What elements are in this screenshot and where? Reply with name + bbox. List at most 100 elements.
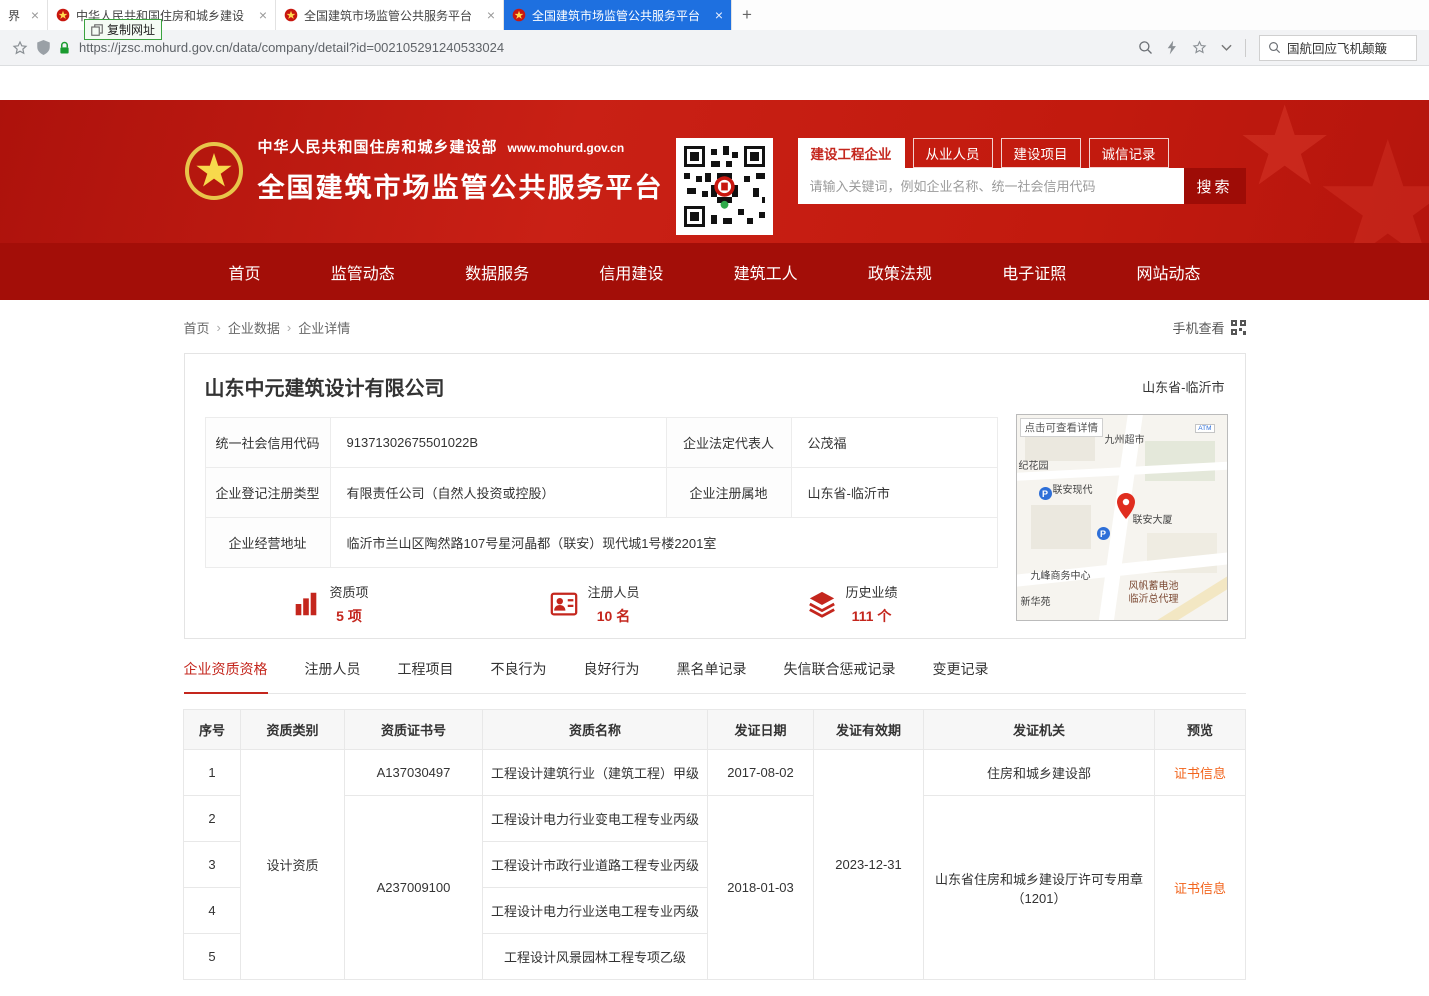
browser-tab-active[interactable]: 全国建筑市场监管公共服务平台 (504, 0, 732, 30)
cell-no: 4 (184, 888, 241, 934)
detail-tab-bar: 企业资质资格 注册人员 工程项目 不良行为 良好行为 黑名单记录 失信联合惩戒记… (184, 659, 1246, 694)
tab-title: 全国建筑市场监管公共服务平台 (532, 7, 709, 24)
search-tab-credit[interactable]: 诚信记录 (1089, 138, 1169, 168)
search-button[interactable]: 搜索 (1184, 168, 1246, 204)
cell-authority: 山东省住房和城乡建设厅许可专用章（1201） (924, 796, 1155, 980)
cell-no: 1 (184, 750, 241, 796)
search-icon (1268, 41, 1281, 54)
tab-dishonesty-records[interactable]: 失信联合惩戒记录 (784, 659, 896, 693)
qr-mini-icon (1231, 320, 1246, 335)
shield-icon[interactable] (37, 40, 50, 55)
tab-title: 界 (8, 7, 25, 24)
cert-info-link[interactable]: 证书信息 (1174, 766, 1226, 781)
mobile-view-label: 手机查看 (1172, 318, 1224, 337)
browser-tab[interactable]: 全国建筑市场监管公共服务平台 (276, 0, 504, 30)
qualification-table: 序号 资质类别 资质证书号 资质名称 发证日期 发证有效期 发证机关 预览 1 … (183, 709, 1246, 980)
tab-bad-behavior[interactable]: 不良行为 (491, 659, 547, 693)
col-header-name: 资质名称 (483, 710, 708, 750)
company-summary-card: 山东中元建筑设计有限公司 山东省-临沂市 统一社会信用代码 9137130267… (184, 353, 1246, 639)
copy-icon (91, 24, 103, 36)
tab-blacklist[interactable]: 黑名单记录 (677, 659, 747, 693)
map-label: 联安大厦 (1133, 511, 1173, 526)
keyword-search-input[interactable] (798, 168, 1184, 204)
map-block (1031, 505, 1091, 549)
stat-value[interactable]: 10 名 (597, 606, 630, 626)
col-header-cert-no: 资质证书号 (345, 710, 483, 750)
search-category-tabs: 建设工程企业 从业人员 建设项目 诚信记录 (798, 138, 1246, 168)
col-header-issue-date: 发证日期 (708, 710, 814, 750)
nav-item-workers[interactable]: 建筑工人 (734, 260, 798, 284)
stat-value[interactable]: 5 项 (336, 606, 362, 626)
tab-close-icon[interactable] (715, 8, 723, 22)
mobile-view-link[interactable]: 手机查看 (1172, 318, 1245, 337)
col-header-no: 序号 (184, 710, 241, 750)
breadcrumb-company-data[interactable]: 企业数据 (228, 318, 280, 337)
tab-change-records[interactable]: 变更记录 (933, 659, 989, 693)
cell-no: 2 (184, 796, 241, 842)
url-text[interactable]: https://jzsc.mohurd.gov.cn/data/company/… (79, 40, 504, 55)
new-tab-button[interactable] (732, 0, 762, 30)
favorite-star-icon[interactable] (1192, 40, 1207, 55)
flash-icon[interactable] (1167, 40, 1178, 55)
stat-qualifications: 资质项 5 项 (291, 582, 549, 626)
stat-label: 资质项 (330, 582, 369, 601)
browser-tab-partial[interactable]: 界 (0, 0, 48, 30)
chevron-down-icon[interactable] (1221, 44, 1232, 52)
search-tab-project[interactable]: 建设项目 (1001, 138, 1081, 168)
search-tab-personnel[interactable]: 从业人员 (913, 138, 993, 168)
credit-code-value: 91371302675501022B (330, 418, 666, 468)
breadcrumb-row: 首页 企业数据 企业详情 手机查看 (184, 318, 1246, 337)
address-bar-actions (1138, 40, 1232, 55)
hot-search-box[interactable]: 国航回应飞机颠簸 (1259, 35, 1417, 61)
nav-item-data-service[interactable]: 数据服务 (465, 260, 529, 284)
col-header-category: 资质类别 (241, 710, 345, 750)
cell-cert-no: A137030497 (345, 750, 483, 796)
zoom-icon[interactable] (1138, 40, 1153, 55)
cell-qual-name: 工程设计电力行业送电工程专业丙级 (483, 888, 708, 934)
national-emblem-logo (184, 141, 244, 201)
company-location-map[interactable]: 点击可查看详情 ATM 九州超市 纪花园 联安现代 联安大厦 九峰商务中心 新华… (1016, 414, 1228, 621)
tab-projects[interactable]: 工程项目 (398, 659, 454, 693)
tab-qualifications[interactable]: 企业资质资格 (184, 659, 268, 694)
ministry-name: 中华人民共和国住房和城乡建设部 (258, 136, 498, 157)
col-header-authority: 发证机关 (924, 710, 1155, 750)
company-name: 山东中元建筑设计有限公司 (205, 372, 445, 401)
map-label: 九州超市 (1105, 431, 1145, 446)
address-label: 企业经营地址 (205, 518, 330, 568)
cell-preview: 证书信息 (1155, 750, 1246, 796)
page-top-gap (0, 66, 1429, 100)
cell-qual-name: 工程设计市政行业道路工程专业丙级 (483, 842, 708, 888)
cell-preview: 证书信息 (1155, 796, 1246, 980)
search-tab-enterprise[interactable]: 建设工程企业 (798, 138, 905, 168)
company-region: 山东省-临沂市 (1142, 377, 1224, 396)
tab-close-icon[interactable] (487, 8, 495, 22)
map-label: 新华苑 (1021, 593, 1051, 608)
legal-rep-value: 公茂福 (791, 418, 997, 468)
nav-item-credit[interactable]: 信用建设 (599, 260, 663, 284)
map-pin-icon (1117, 493, 1135, 519)
copy-url-tooltip[interactable]: 复制网址 (84, 19, 162, 40)
nav-item-supervision[interactable]: 监管动态 (331, 260, 395, 284)
nav-item-e-license[interactable]: 电子证照 (1002, 260, 1066, 284)
site-favicon-icon (512, 8, 526, 22)
parking-icon (1097, 527, 1110, 540)
stat-label: 历史业绩 (846, 582, 898, 601)
nav-item-home[interactable]: 首页 (229, 260, 261, 284)
company-info-table: 统一社会信用代码 91371302675501022B 企业法定代表人 公茂福 … (205, 417, 998, 568)
tab-close-icon[interactable] (31, 8, 39, 22)
bookmark-star-icon[interactable] (12, 40, 28, 56)
cell-no: 3 (184, 842, 241, 888)
cert-info-link[interactable]: 证书信息 (1174, 881, 1226, 896)
stat-value[interactable]: 111 个 (852, 606, 892, 626)
stat-label: 注册人员 (588, 582, 640, 601)
address-value: 临沂市兰山区陶然路107号星河晶都（联安）现代城1号楼2201室 (330, 518, 997, 568)
breadcrumb-home[interactable]: 首页 (184, 318, 210, 337)
cell-qual-name: 工程设计电力行业变电工程专业丙级 (483, 796, 708, 842)
nav-item-policy[interactable]: 政策法规 (868, 260, 932, 284)
nav-item-site-news[interactable]: 网站动态 (1136, 260, 1200, 284)
stat-registered-personnel: 注册人员 10 名 (549, 582, 807, 626)
tab-registered-personnel[interactable]: 注册人员 (305, 659, 361, 693)
cell-category: 设计资质 (241, 750, 345, 980)
tab-close-icon[interactable] (259, 8, 267, 22)
tab-good-behavior[interactable]: 良好行为 (584, 659, 640, 693)
